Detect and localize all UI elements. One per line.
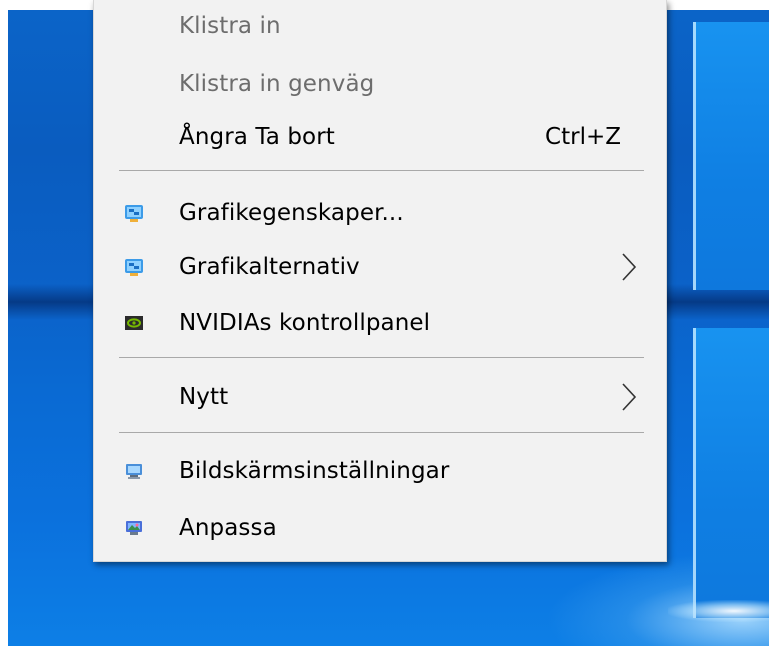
nvidia-icon <box>124 313 144 333</box>
menu-item-label: Klistra in genväg <box>179 71 375 97</box>
menu-item-new[interactable]: Nytt <box>94 371 666 423</box>
chevron-right-icon <box>621 252 637 282</box>
personalize-icon <box>124 518 144 538</box>
menu-separator <box>119 357 644 358</box>
wallpaper-light-glow <box>668 600 769 622</box>
desktop: Klistra in Klistra in genväg Ångra Ta bo… <box>0 0 769 655</box>
intel-graphics-icon <box>124 257 144 277</box>
menu-item-label: NVIDIAs kontrollpanel <box>179 310 431 336</box>
menu-separator <box>119 170 644 171</box>
menu-item-graphics-options[interactable]: Grafikalternativ <box>94 241 666 293</box>
intel-graphics-icon <box>124 203 144 223</box>
menu-item-display-settings[interactable]: Bildskärmsinställningar <box>94 445 666 497</box>
wallpaper-window-pane <box>693 328 769 618</box>
menu-item-label: Ångra Ta bort <box>179 124 335 150</box>
menu-item-shortcut: Ctrl+Z <box>545 124 621 150</box>
menu-item-undo-delete[interactable]: Ångra Ta bort Ctrl+Z <box>94 111 666 163</box>
menu-separator <box>119 432 644 433</box>
desktop-context-menu: Klistra in Klistra in genväg Ångra Ta bo… <box>93 0 667 562</box>
menu-item-personalize[interactable]: Anpassa <box>94 502 666 554</box>
display-settings-icon <box>124 461 144 481</box>
menu-item-paste-shortcut[interactable]: Klistra in genväg <box>94 58 666 110</box>
menu-item-label: Bildskärmsinställningar <box>179 458 450 484</box>
menu-item-label: Nytt <box>179 384 229 410</box>
chevron-right-icon <box>621 382 637 412</box>
menu-item-label: Grafikalternativ <box>179 254 360 280</box>
wallpaper-window-pane <box>693 22 769 290</box>
menu-item-nvidia-control-panel[interactable]: NVIDIAs kontrollpanel <box>94 297 666 349</box>
menu-item-label: Grafikegenskaper... <box>179 200 404 226</box>
menu-item-label: Anpassa <box>179 515 277 541</box>
menu-item-graphics-properties[interactable]: Grafikegenskaper... <box>94 187 666 239</box>
menu-item-paste[interactable]: Klistra in <box>94 0 666 52</box>
menu-item-label: Klistra in <box>179 13 281 39</box>
